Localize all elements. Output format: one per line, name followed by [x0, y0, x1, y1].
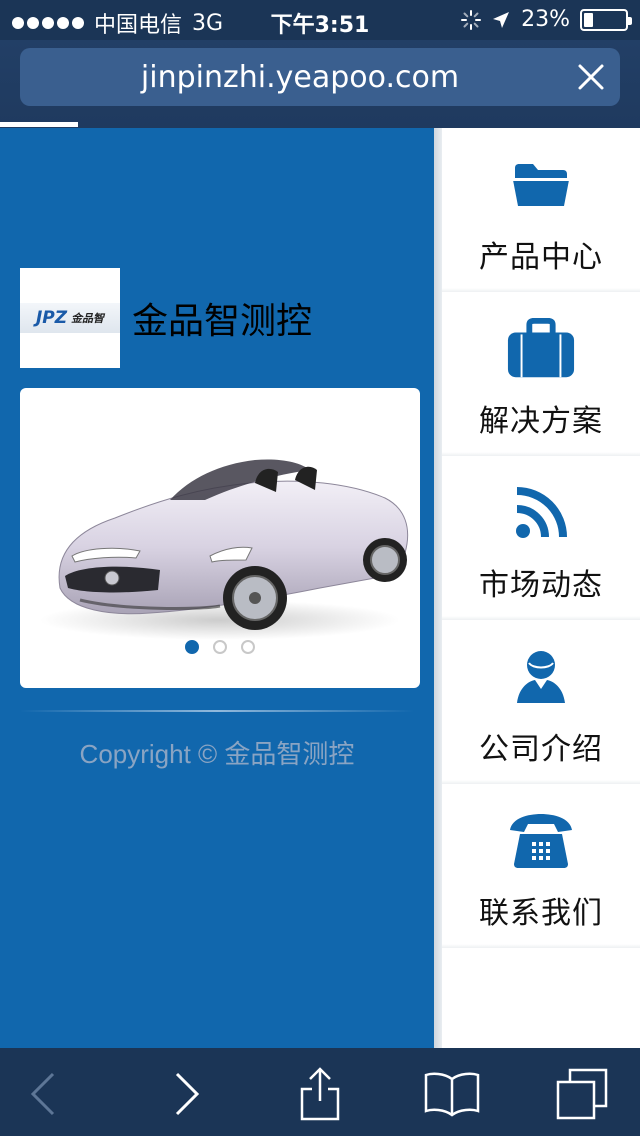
location-arrow-icon	[493, 11, 510, 28]
folder-icon	[506, 150, 576, 220]
logo-text: 金品智	[71, 312, 105, 325]
activity-spinner-icon	[461, 9, 482, 30]
rss-icon	[506, 478, 576, 548]
carousel-dot[interactable]	[185, 640, 199, 654]
menu-item-about[interactable]: 公司介绍	[442, 620, 640, 784]
main-content: JPZ 金品智 金品智测控 Copyright © 金品智测控	[0, 128, 434, 1048]
network-type: 3G	[192, 10, 224, 36]
book-icon	[424, 1072, 480, 1117]
menu-label: 联系我们	[479, 896, 603, 931]
share-icon	[300, 1067, 340, 1121]
briefcase-icon	[506, 314, 576, 384]
chevron-left-icon	[30, 1072, 55, 1116]
battery-icon	[580, 8, 632, 31]
carousel-dot[interactable]	[241, 640, 255, 654]
status-bar: 中国电信 3G 下午3:51 23%	[0, 0, 640, 40]
menu-label: 公司介绍	[479, 732, 603, 767]
site-logo[interactable]: JPZ 金品智	[20, 268, 120, 368]
carrier-name: 中国电信	[94, 13, 183, 38]
page-load-progress	[0, 122, 78, 127]
menu-label: 产品中心	[479, 240, 603, 275]
browser-address-area: jinpinzhi.yeapoo.com	[0, 40, 640, 128]
tabs-icon	[556, 1068, 608, 1120]
menu-label: 市场动态	[479, 568, 603, 603]
chevron-right-icon	[175, 1072, 200, 1116]
logo-mark: JPZ	[35, 308, 68, 328]
menu-edge-shadow	[434, 128, 442, 1048]
side-menu: 产品中心 解决方案 市场动态 公司介绍 联系我们	[442, 128, 640, 1048]
close-icon[interactable]	[576, 62, 606, 92]
copyright-text: Copyright © 金品智测控	[79, 739, 355, 769]
image-carousel[interactable]	[20, 388, 420, 688]
menu-item-market-news[interactable]: 市场动态	[442, 456, 640, 620]
phone-icon	[506, 806, 576, 876]
menu-item-products[interactable]: 产品中心	[442, 128, 640, 292]
bookmarks-button[interactable]	[424, 1066, 480, 1122]
forward-button[interactable]	[158, 1066, 214, 1122]
share-button[interactable]	[292, 1066, 348, 1122]
signal-strength-icon	[12, 17, 84, 29]
menu-item-solutions[interactable]: 解决方案	[442, 292, 640, 456]
browser-toolbar	[0, 1048, 640, 1136]
carousel-indicators	[20, 640, 420, 654]
carousel-dot[interactable]	[213, 640, 227, 654]
url-text[interactable]: jinpinzhi.yeapoo.com	[20, 60, 580, 95]
menu-label: 解决方案	[479, 404, 603, 439]
user-icon	[506, 642, 576, 712]
divider	[20, 710, 414, 712]
back-button[interactable]	[16, 1066, 72, 1122]
site-header: JPZ 金品智 金品智测控	[20, 268, 312, 368]
tabs-button[interactable]	[554, 1066, 610, 1122]
battery-percent: 23%	[521, 7, 570, 32]
site-name: 金品智测控	[132, 301, 313, 342]
address-bar[interactable]: jinpinzhi.yeapoo.com	[20, 48, 620, 106]
menu-item-contact[interactable]: 联系我们	[442, 784, 640, 948]
